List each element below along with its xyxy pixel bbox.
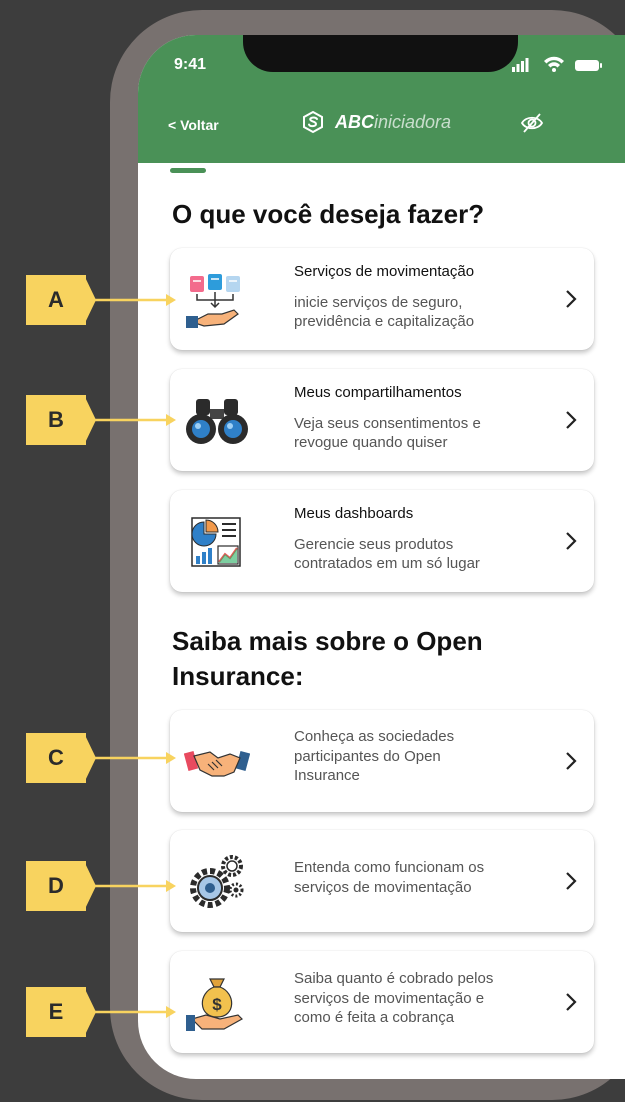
card-desc-line: previdência e capitalização [294, 313, 475, 330]
section-title-learn-line1: Saiba mais sobre o Open [172, 626, 483, 656]
card-desc-line: Conheça as sociedades [294, 728, 455, 745]
phone-notch [243, 35, 518, 72]
svg-text:$: $ [212, 995, 222, 1014]
card-title: Meus dashboards [294, 505, 414, 522]
phone-screen: 9:41 < Voltar ABC iniciadora O que você … [138, 35, 625, 1079]
card-desc-line: participantes do Open [294, 748, 441, 765]
card-desc-line: revogue quando quiser [294, 434, 448, 451]
status-icons [512, 56, 602, 72]
app-header: 9:41 < Voltar ABC iniciadora [138, 35, 625, 163]
annotation-label-e: E [26, 987, 86, 1037]
brand-name-bold: ABC [335, 111, 374, 132]
documents-hand-icon [186, 274, 240, 328]
dashboard-icon [191, 517, 241, 567]
back-button[interactable]: < Voltar [168, 117, 219, 133]
chevron-right-icon [566, 752, 577, 770]
card-title: Meus compartilhamentos [294, 384, 462, 401]
gears-icon [190, 855, 244, 908]
brand-s-icon [303, 110, 323, 134]
handshake-icon [184, 751, 250, 777]
arrow-right-icon [84, 987, 176, 1037]
card-desc-line: Insurance [294, 767, 360, 784]
card-desc-line: Gerencie seus produtos [294, 536, 454, 553]
status-time: 9:41 [174, 56, 207, 73]
card-desc-line: Saiba quanto é cobrado pelos [294, 970, 494, 987]
card-desc-line: serviços de movimentação e [294, 990, 485, 1007]
card-desc-line: serviços de movimentação [294, 879, 472, 896]
annotation-label-c: C [26, 733, 86, 783]
chevron-right-icon [566, 411, 577, 429]
card-desc-line: como é feita a cobrança [294, 1009, 455, 1026]
card-meus-dashboards[interactable]: Meus dashboards Gerencie seus produtos c… [170, 490, 594, 592]
chevron-right-icon [566, 532, 577, 550]
card-desc-line: Veja seus consentimentos e [294, 415, 481, 432]
card-meus-compartilhamentos[interactable]: Meus compartilhamentos Veja seus consent… [170, 369, 594, 471]
card-title: Serviços de movimentação [294, 263, 475, 280]
annotation-label-b: B [26, 395, 86, 445]
binoculars-icon [186, 399, 248, 444]
card-quanto-cobrado[interactable]: $ Saiba quanto é cobrado pelos serviços … [170, 951, 594, 1053]
chevron-right-icon [566, 993, 577, 1011]
scroll-indicator [170, 168, 206, 173]
annotation-label-a: A [26, 275, 86, 325]
section-title-actions: O que você deseja fazer? [172, 199, 485, 229]
annotation-label-d: D [26, 861, 86, 911]
arrow-right-icon [84, 733, 176, 783]
card-desc-line: inicie serviços de seguro, [294, 294, 463, 311]
brand-name-rest: iniciadora [374, 111, 452, 132]
arrow-right-icon [84, 275, 176, 325]
chevron-right-icon [566, 872, 577, 890]
card-desc-line: contratados em um só lugar [294, 555, 480, 572]
section-title-learn-line2: Insurance: [172, 661, 304, 691]
arrow-right-icon [84, 395, 176, 445]
chevron-right-icon [566, 290, 577, 308]
money-bag-icon: $ [186, 978, 243, 1031]
card-como-funcionam[interactable]: Entenda como funcionam os serviços de mo… [170, 830, 594, 932]
arrow-right-icon [84, 861, 176, 911]
card-servicos-movimentacao[interactable]: Serviços de movimentação inicie serviços… [170, 248, 594, 350]
card-desc-line: Entenda como funcionam os [294, 859, 485, 876]
eye-off-icon[interactable] [520, 111, 544, 135]
card-sociedades-participantes[interactable]: Conheça as sociedades participantes do O… [170, 710, 594, 812]
brand-logo: ABC iniciadora [301, 110, 451, 134]
